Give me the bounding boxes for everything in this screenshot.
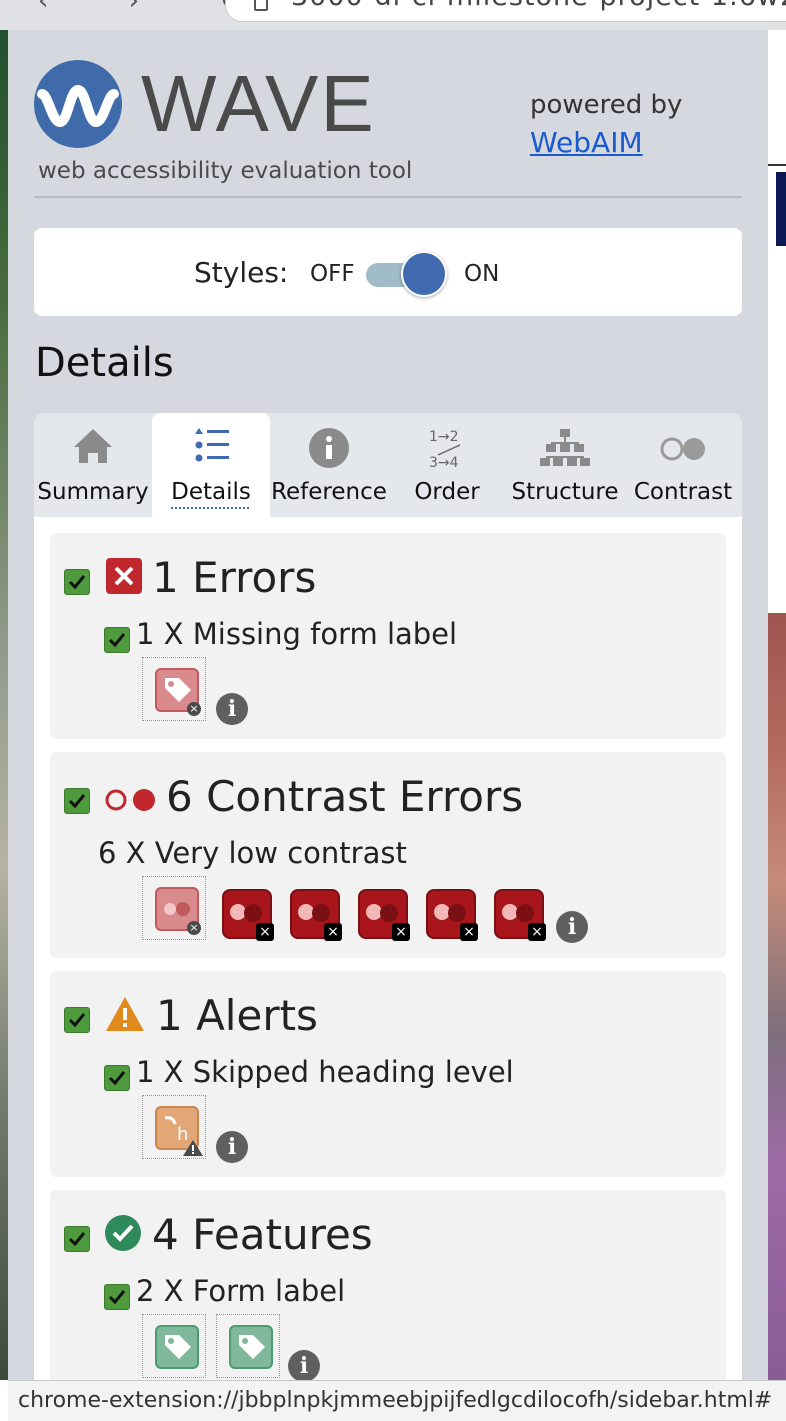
alerts-card: 1 Alerts 1 X Skipped heading level h i [50,971,726,1177]
low-contrast-tile[interactable]: × [222,889,274,941]
error-badge-icon: × [460,923,478,941]
feature-icon [104,1214,142,1252]
skipped-heading-checkbox[interactable] [104,1065,130,1091]
alerts-title: 1 Alerts [156,991,318,1040]
tab-order-label: Order [414,479,480,505]
tab-order[interactable]: 1→2 3→4 Order [388,413,506,517]
styles-label: Styles: [194,256,289,289]
powered-by-text: powered by [530,90,683,120]
features-title: 4 Features [152,1210,373,1259]
app-title: WAVE [141,59,376,148]
form-label-tile[interactable] [216,1314,280,1378]
error-badge-icon: × [256,923,274,941]
tab-structure[interactable]: Structure [506,413,624,517]
page-title: Details [35,340,174,386]
error-badge-icon: × [324,923,342,941]
alert-badge-icon [183,1140,203,1156]
tab-summary[interactable]: Summary [34,413,152,517]
errors-card: 1 Errors 1 X Missing form label × i [50,533,726,739]
errors-title: 1 Errors [152,553,317,602]
missing-label-item: 1 X Missing form label [136,617,458,651]
low-contrast-tile[interactable]: × [494,889,546,941]
page-image-fragment [768,613,786,1380]
status-bar-url: chrome-extension://jbbplnpkjmmeebjpijfed… [8,1380,786,1421]
browser-toolbar: ‹ › ↻ 3000-di-ci-milestone-project-1.6w2 [0,0,786,30]
lock-icon [254,0,268,11]
contrast-error-icon [104,788,160,812]
tag-icon [229,1325,273,1369]
skipped-heading-info-icon[interactable]: i [216,1131,248,1163]
tab-structure-label: Structure [511,479,619,505]
low-contrast-tile[interactable]: × [358,889,410,941]
low-contrast-tile[interactable]: × [290,889,342,941]
contrast-checkbox[interactable] [64,788,90,814]
order-icon: 1→2 3→4 [388,425,506,471]
address-bar[interactable]: 3000-di-ci-milestone-project-1.6w2 [225,0,786,22]
missing-label-tile[interactable]: × [142,657,206,721]
app-subtitle: web accessibility evaluation tool [38,158,413,184]
errors-checkbox[interactable] [64,569,90,595]
styles-off-label: OFF [310,261,355,287]
page-left-edge [0,30,8,1380]
tab-reference[interactable]: Reference [270,413,388,517]
tab-details-label: Details [171,479,251,505]
webaim-link[interactable]: WebAIM [530,126,643,159]
list-icon [152,425,270,471]
alerts-checkbox[interactable] [64,1007,90,1033]
tab-details[interactable]: Details [152,413,270,517]
home-icon [34,425,152,471]
contrast-title: 6 Contrast Errors [166,772,524,821]
missing-label-checkbox[interactable] [104,627,130,653]
page-logo-fragment [776,172,786,246]
missing-label-info-icon[interactable]: i [216,693,248,725]
alert-icon [104,995,146,1033]
address-text[interactable]: 3000-di-ci-milestone-project-1.6w2 [291,0,786,12]
tab-contrast[interactable]: Contrast [624,413,742,517]
tab-contrast-label: Contrast [633,479,733,505]
form-label-item: 2 X Form label [136,1274,346,1308]
low-contrast-info-icon[interactable]: i [556,911,588,943]
wave-logo-icon [34,60,122,148]
wave-sidebar: WAVE web accessibility evaluation tool p… [8,30,768,1380]
form-label-tile[interactable] [142,1314,206,1378]
error-badge-icon: × [187,702,201,716]
contrast-card: 6 Contrast Errors 6 X Very low contrast … [50,752,726,958]
features-checkbox[interactable] [64,1226,90,1252]
structure-icon [506,425,624,471]
styles-on-label: ON [464,261,500,287]
error-icon [106,558,142,594]
svg-text:3→4: 3→4 [429,455,459,471]
error-badge-icon: × [187,921,201,935]
error-badge-icon: × [528,923,546,941]
form-label-info-icon[interactable]: i [288,1350,320,1380]
page-right-edge [768,30,786,1380]
info-icon [270,425,388,471]
form-label-checkbox[interactable] [104,1284,130,1310]
skipped-heading-tile[interactable]: h [142,1095,206,1159]
tab-reference-label: Reference [271,479,387,505]
header-divider [34,196,742,198]
error-badge-icon: × [392,923,410,941]
tag-icon [155,1325,199,1369]
svg-text:1→2: 1→2 [429,429,459,445]
details-panel: 1 Errors 1 X Missing form label × i 6 Co… [34,517,742,1380]
features-card: 4 Features 2 X Form label i [50,1190,726,1380]
skipped-heading-item: 1 X Skipped heading level [136,1055,514,1089]
tab-summary-label: Summary [37,479,149,505]
low-contrast-item: 6 X Very low contrast [98,836,407,870]
styles-panel: Styles: OFF ON [34,228,742,316]
tab-bar: Summary Details Reference 1→2 3→4 Order … [34,413,742,517]
low-contrast-tile[interactable]: × [426,889,478,941]
page-divider [768,164,786,166]
styles-toggle-knob[interactable] [401,251,447,297]
contrast-icon [624,425,742,471]
low-contrast-tile-selected[interactable]: × [142,876,206,940]
